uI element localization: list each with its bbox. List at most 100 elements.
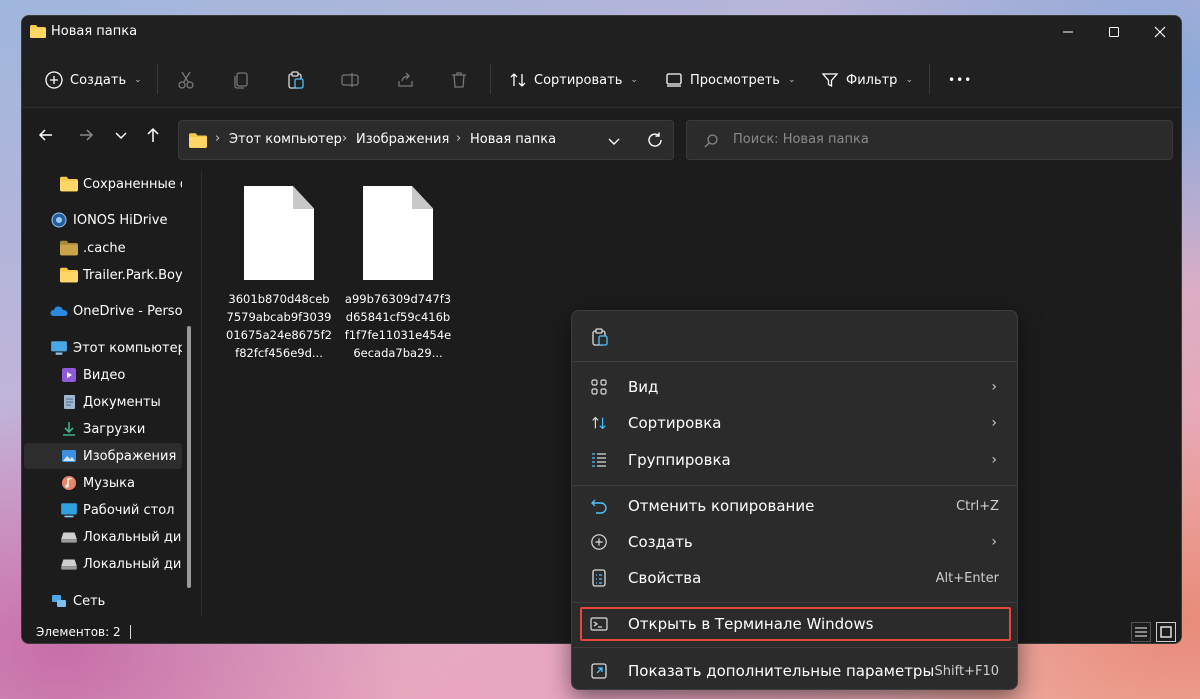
window-title: Новая папка	[51, 24, 138, 39]
view-button[interactable]: Просмотреть ⌄	[664, 66, 796, 94]
tiles-view-button[interactable]	[1156, 622, 1176, 642]
forward-button[interactable]	[74, 123, 98, 147]
menu-item-show-more-options[interactable]: Показать дополнительные параметры Shift+…	[580, 654, 1011, 688]
up-button[interactable]	[141, 123, 165, 147]
sidebar-item-label: Рабочий стол	[83, 502, 175, 518]
cloud-drive-icon	[51, 212, 67, 228]
address-bar[interactable]: › Этот компьютер › Изображения › Новая п…	[178, 120, 674, 160]
breadcrumb-separator: ›	[456, 131, 462, 146]
sidebar-item-label: .cache	[83, 240, 126, 256]
toolbar-divider	[490, 64, 491, 94]
menu-item-new[interactable]: Создать ›	[580, 525, 1011, 559]
cut-icon	[178, 71, 194, 89]
close-button[interactable]	[1137, 16, 1181, 48]
file-item[interactable]: 3601b870d48ceb7579abcab9f303901675a24e86…	[225, 186, 333, 362]
file-name: 3601b870d48ceb7579abcab9f303901675a24e86…	[226, 292, 332, 360]
sort-button[interactable]: Сортировать ⌄	[508, 66, 638, 94]
filter-label: Фильтр	[846, 72, 898, 88]
paste-button[interactable]	[590, 327, 610, 347]
status-divider	[130, 625, 131, 639]
chevron-down-icon: ⌄	[630, 75, 638, 85]
context-menu: Вид › Сортировка › Группировка › Отменит…	[571, 310, 1018, 690]
menu-item-sort[interactable]: Сортировка ›	[580, 406, 1011, 440]
more-icon: •••	[948, 73, 973, 87]
address-history-button[interactable]	[607, 133, 621, 152]
delete-button[interactable]	[447, 68, 471, 92]
chevron-right-icon: ›	[991, 379, 997, 395]
minimize-button[interactable]	[1045, 16, 1091, 48]
cut-button[interactable]	[174, 68, 198, 92]
sidebar-item-label: Загрузки	[83, 421, 146, 437]
properties-icon	[592, 569, 606, 587]
menu-item-label: Сортировка	[628, 414, 722, 432]
sidebar-item-trailer-park-boys[interactable]: Trailer.Park.Boys	[24, 262, 182, 288]
recent-locations-button[interactable]	[109, 123, 133, 147]
paste-button[interactable]	[284, 68, 308, 92]
music-icon	[62, 476, 76, 490]
menu-item-properties[interactable]: Свойства Alt+Enter	[580, 561, 1011, 595]
view-icon	[666, 73, 682, 87]
sidebar-item-label: Музыка	[83, 475, 135, 491]
sidebar-item-onedrive[interactable]: OneDrive - Persor	[24, 298, 182, 324]
create-label: Создать	[70, 72, 127, 88]
sidebar-item-desktop[interactable]: Рабочий стол	[24, 497, 182, 523]
undo-icon	[591, 499, 607, 514]
sidebar-item-label: Этот компьютер	[73, 340, 182, 356]
breadcrumb-this-pc[interactable]: Этот компьютер	[229, 132, 342, 147]
sidebar-item-saved[interactable]: Сохраненные ф	[24, 171, 182, 197]
paste-icon	[592, 328, 608, 346]
sidebar-item-this-pc[interactable]: Этот компьютер	[24, 335, 182, 361]
pane-divider[interactable]	[201, 171, 202, 616]
sidebar-item-video[interactable]: Видео	[24, 362, 182, 388]
file-item[interactable]: a99b76309d747f3d65841cf59c416bf1f7fe1103…	[344, 186, 452, 362]
sidebar-item-local-disk-1[interactable]: Локальный дис	[24, 524, 182, 550]
rename-button[interactable]	[338, 68, 362, 92]
details-view-button[interactable]	[1131, 622, 1151, 642]
share-button[interactable]	[394, 68, 418, 92]
sidebar-item-documents[interactable]: Документы	[24, 389, 182, 415]
more-options-button[interactable]: •••	[948, 66, 972, 94]
menu-item-view[interactable]: Вид ›	[580, 370, 1011, 404]
sidebar-item-music[interactable]: Музыка	[24, 470, 182, 496]
chevron-right-icon: ›	[991, 415, 997, 431]
chevron-down-icon	[115, 132, 127, 140]
menu-divider	[573, 602, 1018, 603]
copy-icon	[234, 72, 248, 89]
sidebar-item-label: Trailer.Park.Boys	[83, 267, 182, 283]
maximize-button[interactable]	[1091, 16, 1137, 48]
copy-button[interactable]	[229, 68, 253, 92]
sidebar-item-pictures[interactable]: Изображения	[24, 443, 182, 469]
sidebar-item-label: Локальный дис	[83, 556, 182, 572]
navigation-bar: › Этот компьютер › Изображения › Новая п…	[22, 109, 1181, 165]
menu-item-shortcut: Ctrl+Z	[956, 498, 999, 514]
breadcrumb-separator: ›	[215, 131, 221, 146]
sort-icon	[510, 73, 526, 87]
menu-item-label: Вид	[628, 378, 659, 396]
sidebar-scrollbar[interactable]	[187, 326, 191, 588]
breadcrumb-pictures[interactable]: Изображения	[356, 132, 449, 147]
create-button[interactable]: Создать ⌄	[44, 66, 142, 94]
title-bar: Новая папка	[22, 16, 1181, 50]
sidebar-item-label: Локальный дис	[83, 529, 182, 545]
documents-icon	[64, 395, 75, 409]
sidebar-item-local-disk-2[interactable]: Локальный дис	[24, 551, 182, 577]
menu-item-label: Свойства	[628, 569, 702, 587]
sidebar-item-label: Сохраненные ф	[83, 176, 182, 192]
pictures-icon	[62, 450, 76, 462]
refresh-button[interactable]	[646, 131, 664, 153]
filter-button[interactable]: Фильтр ⌄	[820, 66, 913, 94]
menu-item-undo-copy[interactable]: Отменить копирование Ctrl+Z	[580, 489, 1011, 523]
breadcrumb-new-folder[interactable]: Новая папка	[470, 132, 556, 147]
terminal-icon	[590, 617, 608, 631]
plus-circle-icon	[591, 534, 607, 550]
sidebar-item-network[interactable]: Сеть	[24, 588, 182, 614]
search-box[interactable]: Поиск: Новая папка	[686, 120, 1173, 160]
sidebar-item-downloads[interactable]: Загрузки	[24, 416, 182, 442]
sort-label: Сортировать	[534, 72, 623, 88]
sidebar-item-cache[interactable]: .cache	[24, 235, 182, 261]
menu-item-open-in-terminal[interactable]: Открыть в Терминале Windows	[580, 607, 1011, 641]
back-button[interactable]	[34, 123, 58, 147]
menu-item-group[interactable]: Группировка ›	[580, 443, 1011, 477]
sidebar-item-ionos-hidrive[interactable]: IONOS HiDrive	[24, 207, 182, 233]
menu-divider	[573, 485, 1018, 486]
